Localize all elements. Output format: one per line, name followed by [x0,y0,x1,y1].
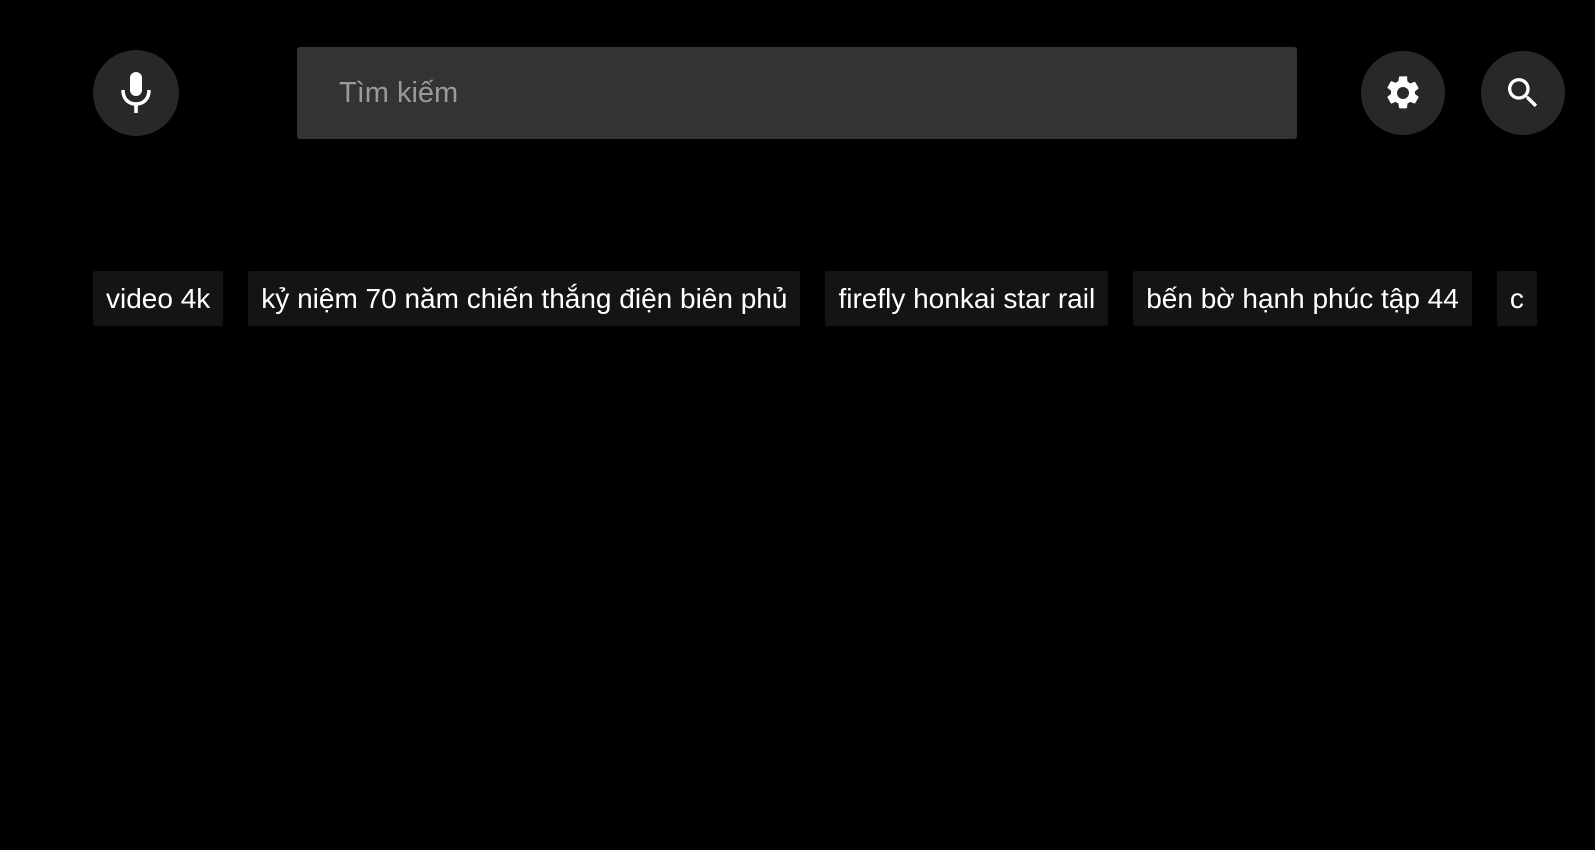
search-input[interactable] [337,75,1297,111]
tv-search-screen: video 4k kỷ niệm 70 năm chiến thắng điện… [0,0,1595,850]
suggestion-chip[interactable]: c [1496,271,1537,326]
suggestion-chip[interactable]: bến bờ hạnh phúc tập 44 [1133,271,1472,326]
settings-button[interactable] [1361,51,1445,135]
microphone-icon [119,72,153,114]
suggestion-chip[interactable]: video 4k [93,271,224,326]
voice-search-button[interactable] [93,50,179,136]
suggestion-chip[interactable]: firefly honkai star rail [825,271,1109,326]
search-icon [1503,73,1543,113]
search-button[interactable] [1481,51,1565,135]
suggestion-chips: video 4k kỷ niệm 70 năm chiến thắng điện… [93,271,1537,326]
suggestion-chip[interactable]: kỷ niệm 70 năm chiến thắng điện biên phủ [248,271,801,326]
gear-icon [1383,73,1423,113]
search-field[interactable] [297,47,1297,139]
